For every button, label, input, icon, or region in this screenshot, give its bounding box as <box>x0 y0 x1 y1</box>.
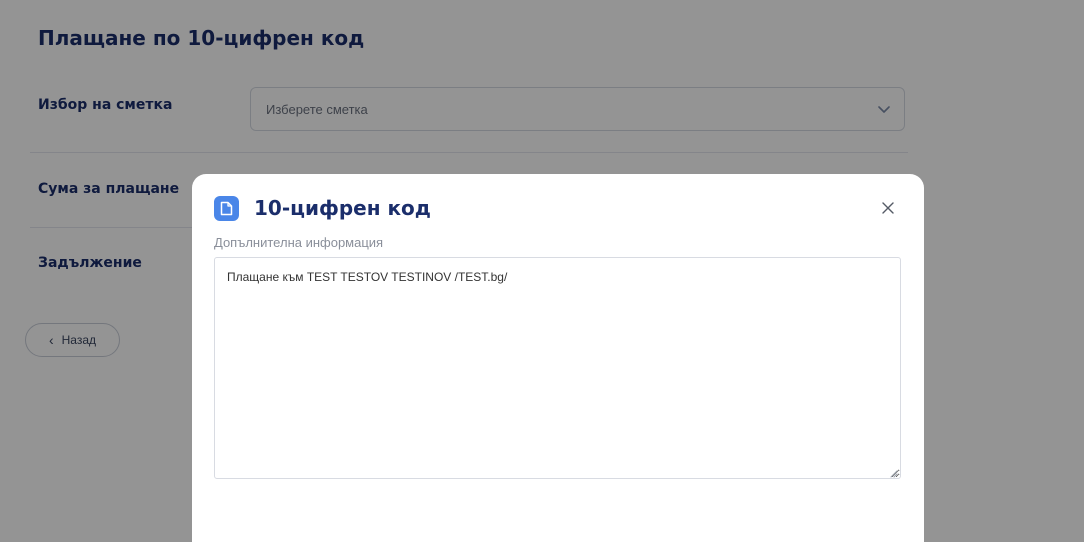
document-icon <box>214 196 239 221</box>
resize-handle-icon[interactable] <box>890 470 898 478</box>
additional-info-textarea[interactable]: Плащане към TEST TESTOV TESTINOV /TEST.b… <box>214 257 901 479</box>
code-modal: 10-цифрен код Допълнителна информация Пл… <box>192 174 924 542</box>
modal-title: 10-цифрен код <box>254 196 431 220</box>
close-icon[interactable] <box>880 200 896 216</box>
additional-info-label: Допълнителна информация <box>214 235 384 250</box>
